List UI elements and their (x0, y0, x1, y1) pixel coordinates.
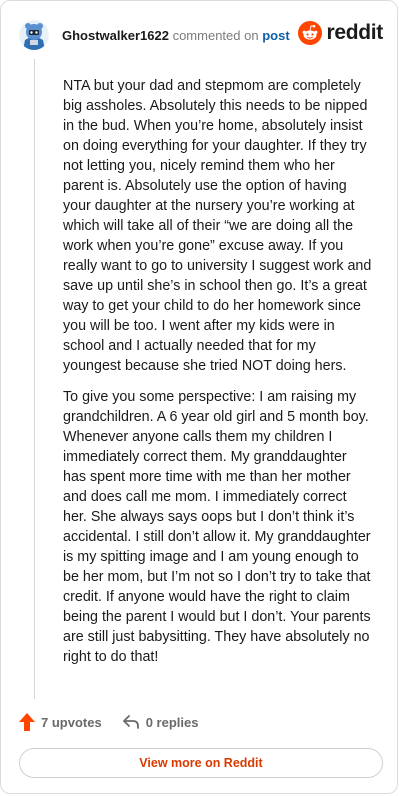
reply-button[interactable]: 0 replies (122, 714, 199, 730)
upvote-button[interactable]: 7 upvotes (19, 713, 102, 731)
comment-embed-card: Ghostwalker1622 commented on post reddit… (0, 0, 398, 794)
post-link[interactable]: post (262, 28, 289, 43)
comment-paragraph: To give you some perspective: I am raisi… (63, 389, 371, 665)
comment-body: NTA but your dad and stepmom are complet… (63, 76, 373, 678)
upvote-arrow-icon (19, 713, 35, 731)
reddit-brand[interactable]: reddit (298, 21, 383, 45)
reply-count: 0 replies (145, 714, 199, 730)
reddit-logo-icon (298, 21, 323, 45)
user-avatar[interactable] (19, 20, 49, 50)
comment-paragraph: NTA but your dad and stepmom are complet… (63, 78, 372, 374)
username-link[interactable]: Ghostwalker1622 (62, 28, 169, 43)
comment-meta: Ghostwalker1622 commented on post (62, 29, 290, 42)
upvote-count: 7 upvotes (41, 714, 102, 730)
comment-header: Ghostwalker1622 commented on post reddit (19, 17, 383, 53)
thread-line (34, 59, 35, 699)
view-more-on-reddit-button[interactable]: View more on Reddit (19, 748, 383, 778)
avatar-icon (19, 20, 49, 50)
commented-on-text: commented on (172, 27, 259, 43)
comment-actions: 7 upvotes 0 replies (19, 713, 198, 731)
reply-arrow-icon (122, 715, 139, 729)
reddit-wordmark: reddit (326, 21, 383, 44)
